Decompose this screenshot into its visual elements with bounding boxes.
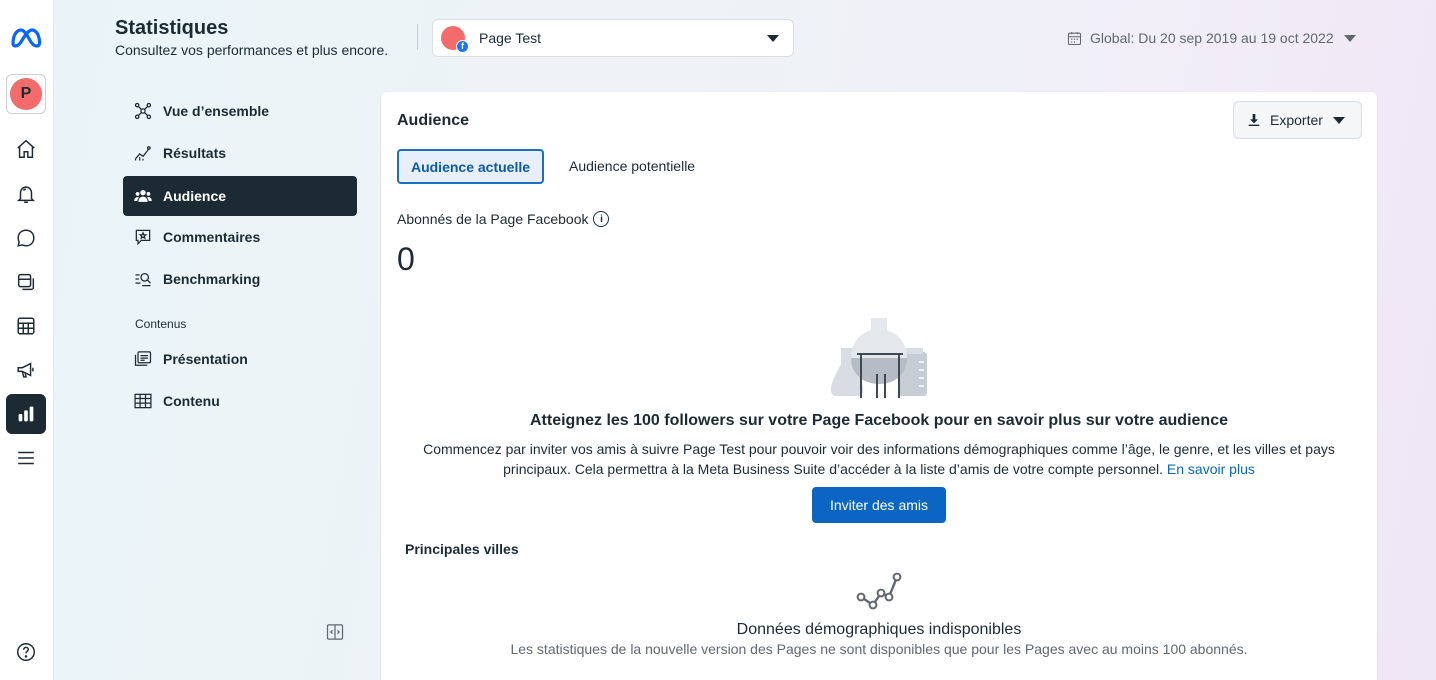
- nav-item-comments[interactable]: Commentaires: [123, 217, 357, 257]
- page-subtitle: Consultez vos performances et plus encor…: [115, 42, 389, 58]
- tab-potential-audience[interactable]: Audience potentielle: [569, 158, 695, 174]
- nav-item-label: Présentation: [163, 351, 248, 367]
- comments-icon: [135, 229, 151, 246]
- caret-down-icon: [1343, 34, 1356, 42]
- audience-card: Audience Exporter Audience actuelle Audi…: [381, 92, 1377, 680]
- export-button[interactable]: Exporter: [1233, 101, 1362, 139]
- card-title: Audience: [397, 112, 470, 129]
- header-divider: [417, 24, 418, 50]
- account-avatar-button[interactable]: P: [6, 74, 46, 114]
- invite-friends-button[interactable]: Inviter des amis: [812, 487, 946, 523]
- bell-icon[interactable]: [6, 174, 46, 214]
- audience-icon: [134, 190, 152, 202]
- calendar-icon: [1067, 31, 1082, 45]
- nav-item-label: Vue d’ensemble: [163, 103, 270, 119]
- trend-line-illustration: [856, 572, 902, 610]
- nav-item-results[interactable]: Résultats: [123, 133, 357, 173]
- nav-section-heading: Contenus: [135, 317, 187, 331]
- nav-item-label: Benchmarking: [163, 271, 261, 287]
- page-avatar: f: [441, 26, 469, 53]
- lab-flask-illustration: [830, 318, 927, 398]
- page-selector-label: Page Test: [479, 30, 542, 46]
- learn-more-link[interactable]: En savoir plus: [1167, 461, 1255, 477]
- page-selector[interactable]: f Page Test: [432, 19, 794, 57]
- nav-item-label: Commentaires: [163, 229, 261, 245]
- facebook-badge-icon: f: [456, 40, 469, 53]
- chat-icon[interactable]: [6, 218, 46, 258]
- caret-down-icon: [1332, 116, 1345, 124]
- nav-item-audience[interactable]: Audience: [123, 176, 357, 216]
- demographics-unavailable-title: Données démographiques indisponibles: [736, 621, 1022, 638]
- content-table-icon: [134, 393, 152, 409]
- followers-label-text: Abonnés de la Page Facebook: [397, 211, 589, 227]
- insights-icon[interactable]: [6, 394, 46, 434]
- empty-state-text: Commencez par inviter vos amis à suivre …: [401, 439, 1357, 479]
- export-label: Exporter: [1270, 112, 1323, 128]
- meta-logo-icon[interactable]: [6, 18, 46, 58]
- download-icon: [1248, 114, 1260, 126]
- info-icon[interactable]: i: [593, 211, 610, 227]
- home-icon[interactable]: [6, 129, 46, 169]
- presentation-icon: [134, 351, 152, 366]
- followers-count: 0: [397, 241, 415, 277]
- help-icon[interactable]: [6, 632, 46, 672]
- collapse-panel-icon: [326, 624, 344, 640]
- nav-item-label: Contenu: [163, 393, 220, 409]
- nav-item-label: Audience: [163, 188, 227, 204]
- date-range-label: Global: Du 20 sep 2019 au 19 oct 2022: [1090, 30, 1334, 46]
- table-icon[interactable]: [6, 306, 46, 346]
- nav-item-content[interactable]: Contenu: [123, 381, 357, 421]
- left-rail: P: [0, 0, 54, 680]
- nav-item-benchmarking[interactable]: Benchmarking: [123, 259, 357, 299]
- page-title: Statistiques: [115, 17, 229, 39]
- benchmarking-icon: [135, 272, 151, 287]
- collapse-sidebar-button[interactable]: [324, 621, 346, 643]
- date-range-picker[interactable]: Global: Du 20 sep 2019 au 19 oct 2022: [1066, 29, 1356, 47]
- nav-item-label: Résultats: [163, 145, 227, 161]
- results-icon: [134, 146, 151, 161]
- pages-icon[interactable]: [6, 262, 46, 302]
- empty-state-title: Atteignez les 100 followers sur votre Pa…: [530, 412, 1228, 429]
- tab-current-audience[interactable]: Audience actuelle: [397, 149, 544, 184]
- overview-icon: [134, 102, 152, 120]
- megaphone-icon[interactable]: [6, 350, 46, 390]
- demographics-unavailable-text: Les statistiques de la nouvelle version …: [510, 641, 1248, 657]
- avatar: P: [10, 78, 42, 110]
- top-cities-label: Principales villes: [405, 541, 519, 557]
- followers-label: Abonnés de la Page Facebook i: [397, 211, 610, 227]
- nav-item-overview[interactable]: Vue d’ensemble: [123, 91, 357, 131]
- menu-icon[interactable]: [6, 438, 46, 478]
- nav-item-presentation[interactable]: Présentation: [123, 339, 357, 379]
- caret-down-icon: [767, 35, 779, 42]
